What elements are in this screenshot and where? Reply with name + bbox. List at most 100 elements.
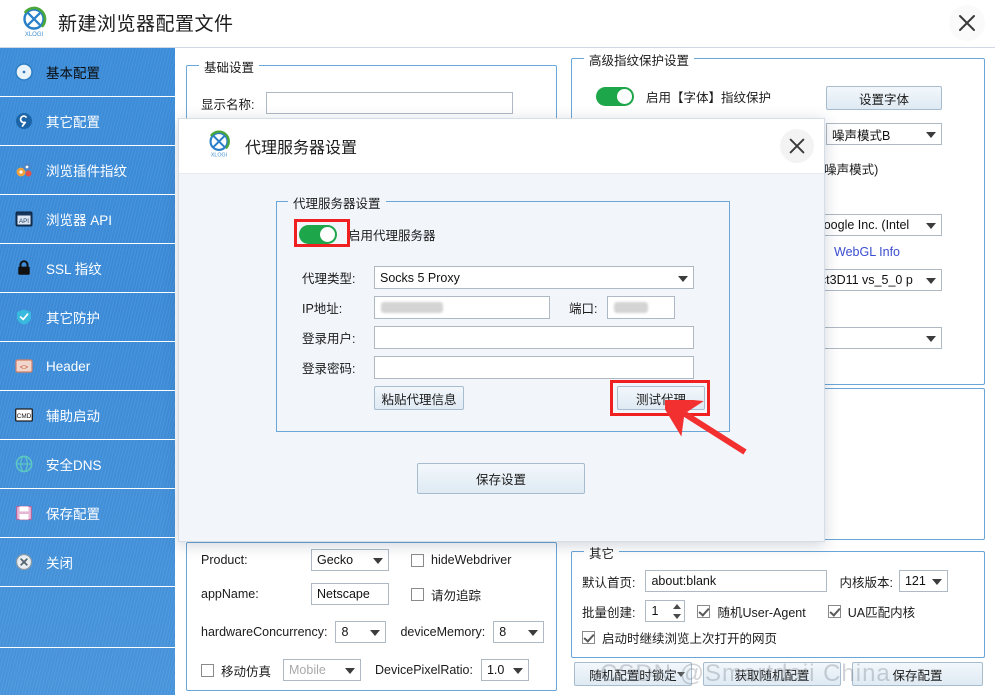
shield-icon xyxy=(14,307,34,327)
login-password-input[interactable] xyxy=(374,356,694,379)
font-fingerprint-toggle[interactable] xyxy=(596,87,634,106)
random-ua-label: 随机User-Agent xyxy=(717,602,805,621)
sidebar-item-other-protection[interactable]: 其它防护 xyxy=(0,293,175,342)
batch-create-label: 批量创建: xyxy=(582,602,635,621)
sidebar-item-label: 其它配置 xyxy=(46,111,100,131)
app-logo-icon: XLOGI xyxy=(16,5,52,41)
sidebar-item-save-config[interactable]: 保存配置 xyxy=(0,489,175,538)
set-font-button[interactable]: 设置字体 xyxy=(826,86,942,110)
product-select[interactable]: Gecko xyxy=(311,549,389,571)
sidebar-item-ssl-fingerprint[interactable]: SSL 指纹 xyxy=(0,244,175,293)
display-name-input[interactable] xyxy=(266,92,513,114)
ip-address-label: IP地址: xyxy=(302,298,368,317)
mobile-device-value: Mobile xyxy=(289,663,326,677)
sidebar-item-basic-config[interactable]: 基本配置 xyxy=(0,48,175,97)
ua-match-kernel-checkbox[interactable] xyxy=(828,605,841,618)
font-fingerprint-label: 启用【字体】指纹保护 xyxy=(646,87,771,106)
dialog-close-button[interactable] xyxy=(780,129,814,163)
noise-mode-select[interactable]: 噪声模式B xyxy=(826,123,942,145)
resume-row: 启动时继续浏览上次打开的网页 xyxy=(582,628,777,647)
stepper-up-icon xyxy=(673,604,681,609)
toggle-knob xyxy=(617,89,632,104)
other-group-title: 其它 xyxy=(584,543,619,562)
sidebar-item-label: 保存配置 xyxy=(46,503,100,523)
ua-match-kernel-label: UA匹配内核 xyxy=(848,602,915,621)
globe-icon xyxy=(14,454,34,474)
do-not-track-label: 请勿追踪 xyxy=(431,585,481,604)
sidebar-item-secure-dns[interactable]: 安全DNS xyxy=(0,440,175,489)
svg-text:XLOGI: XLOGI xyxy=(211,153,227,159)
proxy-type-select[interactable]: Socks 5 Proxy xyxy=(374,266,694,289)
webgl-info-link[interactable]: WebGL Info xyxy=(834,245,900,259)
code-tag-icon: <> xyxy=(14,356,34,376)
mobile-device-select[interactable]: Mobile xyxy=(283,659,361,681)
appname-row: appName: 请勿追踪 xyxy=(201,583,481,605)
test-proxy-button[interactable]: 测试代理 xyxy=(617,386,705,410)
login-user-row: 登录用户: xyxy=(302,326,694,349)
proxy-settings-dialog: XLOGI 代理服务器设置 代理服务器设置 启用代理服务器 代理类型: xyxy=(178,118,825,542)
login-user-input[interactable] xyxy=(374,326,694,349)
font-fingerprint-row: 启用【字体】指纹保护 xyxy=(596,87,771,106)
device-memory-label: deviceMemory: xyxy=(400,625,485,639)
compass-icon xyxy=(14,62,34,82)
hardware-concurrency-label: hardwareConcurrency: xyxy=(201,625,327,639)
random-ua-checkbox[interactable] xyxy=(697,605,710,618)
chevron-down-icon xyxy=(678,276,688,282)
sidebar: 基本配置 其它配置 浏览插件指纹 API 浏览器 API SSL 指纹 xyxy=(0,48,175,695)
chevron-down-icon xyxy=(373,558,383,564)
hardware-concurrency-select[interactable]: 8 xyxy=(335,621,386,643)
sidebar-item-close[interactable]: 关闭 xyxy=(0,538,175,587)
do-not-track-checkbox[interactable] xyxy=(411,588,424,601)
chevron-down-icon xyxy=(345,668,355,674)
dpr-value: 1.0 xyxy=(487,663,504,677)
proxy-group-title: 代理服务器设置 xyxy=(288,193,386,212)
toggle-knob xyxy=(320,227,335,242)
kernel-version-value: 121 xyxy=(905,574,926,588)
homepage-label: 默认首页: xyxy=(582,572,635,591)
device-memory-select[interactable]: 8 xyxy=(493,621,544,643)
dpr-label: DevicePixelRatio: xyxy=(375,663,473,677)
enable-proxy-toggle[interactable] xyxy=(299,225,337,244)
dialog-title: 代理服务器设置 xyxy=(245,134,357,158)
resume-session-checkbox[interactable] xyxy=(582,631,595,644)
window-close-button[interactable] xyxy=(949,5,985,41)
circle-nine-icon xyxy=(14,111,34,131)
hardware-concurrency-value: 8 xyxy=(341,625,348,639)
homepage-input[interactable] xyxy=(645,570,827,592)
close-icon xyxy=(957,13,977,33)
chevron-down-icon xyxy=(513,668,523,674)
paste-proxy-info-button[interactable]: 粘贴代理信息 xyxy=(374,386,464,410)
other-group: 其它 默认首页: 内核版本: 121 批量创建: 随机User-Agent UA… xyxy=(571,551,985,658)
batch-row: 批量创建: 随机User-Agent UA匹配内核 xyxy=(582,600,915,622)
login-user-label: 登录用户: xyxy=(302,328,368,347)
sidebar-item-assist-launch[interactable]: CMD 辅助启动 xyxy=(0,391,175,440)
sidebar-item-browser-api[interactable]: API 浏览器 API xyxy=(0,195,175,244)
window-title: 新建浏览器配置文件 xyxy=(58,9,234,36)
sidebar-item-other-config[interactable]: 其它配置 xyxy=(0,97,175,146)
hide-webdriver-checkbox[interactable] xyxy=(411,554,424,567)
appname-label: appName: xyxy=(201,587,311,601)
mobile-row: 移动仿真 Mobile DevicePixelRatio: 1.0 xyxy=(201,659,529,681)
hide-webdriver-label: hideWebdriver xyxy=(431,553,511,567)
proxy-type-label: 代理类型: xyxy=(302,268,368,287)
stepper-down-icon xyxy=(673,614,681,619)
device-memory-value: 8 xyxy=(499,625,506,639)
sidebar-item-label: 基本配置 xyxy=(46,62,100,82)
resume-session-label: 启动时继续浏览上次打开的网页 xyxy=(602,628,777,647)
save-settings-button[interactable]: 保存设置 xyxy=(417,463,585,494)
ip-address-redaction xyxy=(381,302,443,313)
proxy-type-row: 代理类型: Socks 5 Proxy xyxy=(302,266,694,289)
mobile-sim-checkbox[interactable] xyxy=(201,664,214,677)
port-label: 端口: xyxy=(569,298,597,317)
sidebar-item-label: 安全DNS xyxy=(46,454,102,474)
webgl-vendor-select[interactable]: Google Inc. (Intel xyxy=(808,214,942,236)
kernel-version-select[interactable]: 121 xyxy=(899,570,948,592)
sidebar-item-header[interactable]: <> Header xyxy=(0,342,175,391)
sidebar-item-plugin-fingerprint[interactable]: 浏览插件指纹 xyxy=(0,146,175,195)
appname-input[interactable] xyxy=(311,583,389,605)
display-name-label: 显示名称: xyxy=(201,94,254,113)
dpr-select[interactable]: 1.0 xyxy=(481,659,529,681)
webgl-vendor-value: Google Inc. (Intel xyxy=(814,218,909,232)
batch-create-stepper[interactable] xyxy=(670,601,684,621)
chevron-down-icon xyxy=(932,579,942,585)
